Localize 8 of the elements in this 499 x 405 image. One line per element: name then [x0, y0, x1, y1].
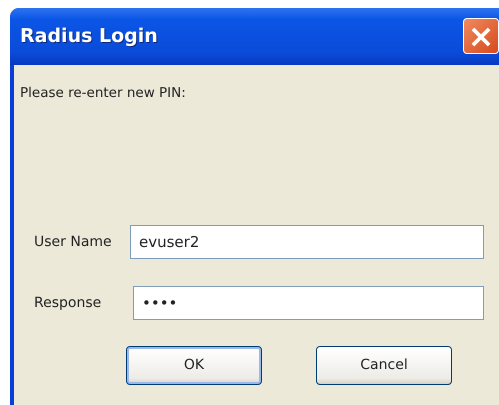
- response-field[interactable]: ••••: [133, 286, 484, 320]
- user-name-field[interactable]: evuser2: [130, 225, 484, 260]
- window-title: Radius Login: [20, 24, 158, 50]
- field-label: Response: [33, 294, 102, 313]
- ok-button[interactable]: OK: [126, 346, 262, 386]
- cancel-button[interactable]: Cancel: [316, 346, 452, 386]
- prompt-text: Please re-enter new PIN:: [20, 84, 186, 103]
- field-label: User Name: [33, 232, 113, 252]
